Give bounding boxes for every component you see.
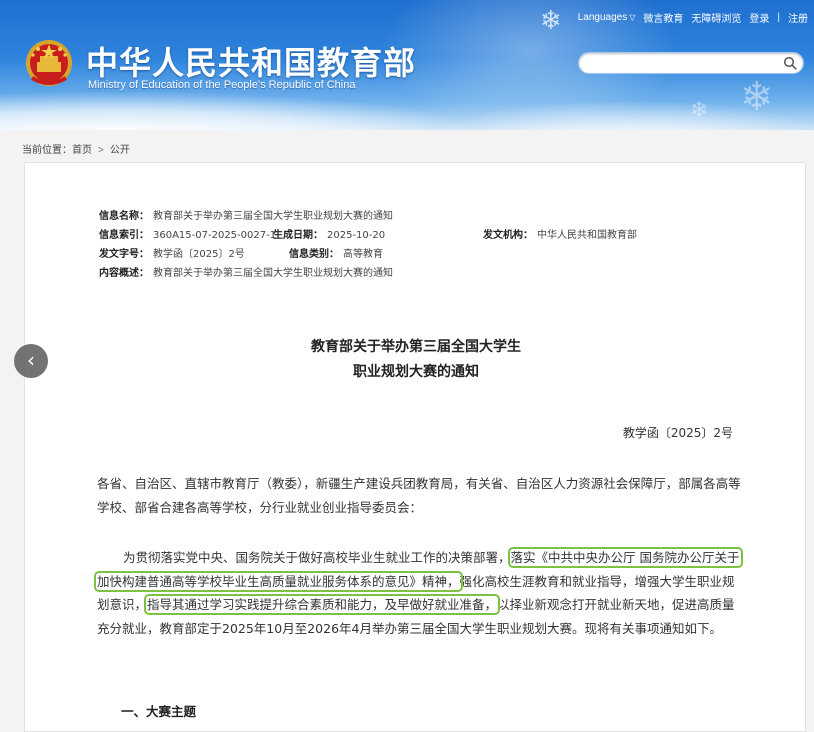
previous-page-button[interactable]: ‹	[14, 344, 48, 378]
languages-menu[interactable]: Languages ▽	[578, 12, 636, 23]
meta-label: 发文机构：	[483, 230, 533, 241]
meta-value: 360A15-07-2025-0027-1	[153, 230, 277, 241]
meta-value: 教育部关于举办第三届全国大学生职业规划大赛的通知	[153, 268, 393, 279]
article-card: 信息名称： 教育部关于举办第三届全国大学生职业规划大赛的通知 信息索引： 360A1…	[24, 162, 806, 732]
breadcrumb-arrow: >	[98, 145, 104, 156]
document-number: 教学函〔2025〕2号	[622, 426, 733, 440]
site-header: ❄ ❄ ❄ 中华人民共和国教育部 Ministry of Education o…	[0, 0, 814, 130]
snowflake-icon: ❄	[740, 74, 774, 120]
chevron-left-icon: ‹	[27, 348, 35, 372]
section-heading: 一、大赛主题	[121, 704, 197, 719]
snowflake-icon: ❄	[690, 98, 709, 123]
top-navigation: Languages ▽ 微言教育 无障碍浏览 登录 | 注册	[578, 10, 808, 25]
site-title[interactable]: 中华人民共和国教育部	[86, 38, 416, 84]
document-title-line1: 教育部关于举办第三届全国大学生	[311, 339, 521, 355]
login-link[interactable]: 登录	[749, 10, 769, 25]
site-title-english: Ministry of Education of the People's Re…	[88, 79, 356, 91]
meta-row-name: 信息名称： 教育部关于举办第三届全国大学生职业规划大赛的通知	[99, 207, 393, 226]
meta-value: 教学函〔2025〕2号	[153, 249, 245, 260]
meta-value: 高等教育	[343, 249, 383, 260]
breadcrumb: 当前位置：首页 > 公开	[22, 141, 130, 156]
breadcrumb-current[interactable]: 公开	[110, 145, 130, 156]
search-box	[578, 52, 804, 74]
meta-label: 信息索引：	[99, 230, 149, 241]
meta-label: 内容概述：	[99, 268, 149, 279]
document-metadata: 信息名称： 教育部关于举办第三届全国大学生职业规划大赛的通知 信息索引： 360A1…	[99, 207, 637, 283]
header-cloud	[0, 92, 480, 130]
meta-row-index: 信息索引： 360A15-07-2025-0027-1 生成日期： 2025-10-…	[99, 226, 637, 245]
meta-value: 中华人民共和国教育部	[537, 230, 637, 241]
meta-label: 生成日期：	[273, 230, 323, 241]
meta-value: 教育部关于举办第三届全国大学生职业规划大赛的通知	[153, 211, 393, 222]
chevron-down-icon: ▽	[629, 13, 636, 22]
document-title-line2: 职业规划大赛的通知	[353, 364, 479, 380]
search-input[interactable]	[589, 55, 773, 73]
accessibility-link[interactable]: 无障碍浏览	[691, 10, 741, 25]
weibo-link[interactable]: 微言教育	[643, 10, 683, 25]
meta-label: 信息类别：	[289, 249, 339, 260]
meta-label: 信息名称：	[99, 211, 149, 222]
meta-label: 发文字号：	[99, 249, 149, 260]
breadcrumb-prefix: 当前位置：	[22, 145, 72, 156]
search-icon[interactable]	[783, 56, 797, 70]
meta-row-summary: 内容概述： 教育部关于举办第三届全国大学生职业规划大赛的通知	[99, 264, 393, 283]
snowflake-icon: ❄	[540, 6, 562, 36]
highlighted-text: 指导其通过学习实践提升综合素质和能力，及早做好就业准备，	[144, 594, 501, 615]
meta-value: 2025-10-20	[327, 230, 386, 241]
national-emblem-icon	[26, 40, 72, 86]
body-text: 为贯彻落实党中央、国务院关于做好高校毕业生就业工作的决策部署，	[123, 550, 511, 565]
register-link[interactable]: 注册	[788, 10, 808, 25]
breadcrumb-home[interactable]: 首页	[72, 145, 92, 156]
meta-row-docno: 发文字号： 教学函〔2025〕2号 信息类别： 高等教育	[99, 245, 393, 264]
recipients-paragraph: 各省、自治区、直辖市教育厅（教委），新疆生产建设兵团教育局，有关省、自治区人力资…	[97, 476, 741, 515]
nav-separator: |	[777, 12, 780, 23]
body-paragraph: 为贯彻落实党中央、国务院关于做好高校毕业生就业工作的决策部署，落实《中共中央办公…	[94, 546, 743, 640]
